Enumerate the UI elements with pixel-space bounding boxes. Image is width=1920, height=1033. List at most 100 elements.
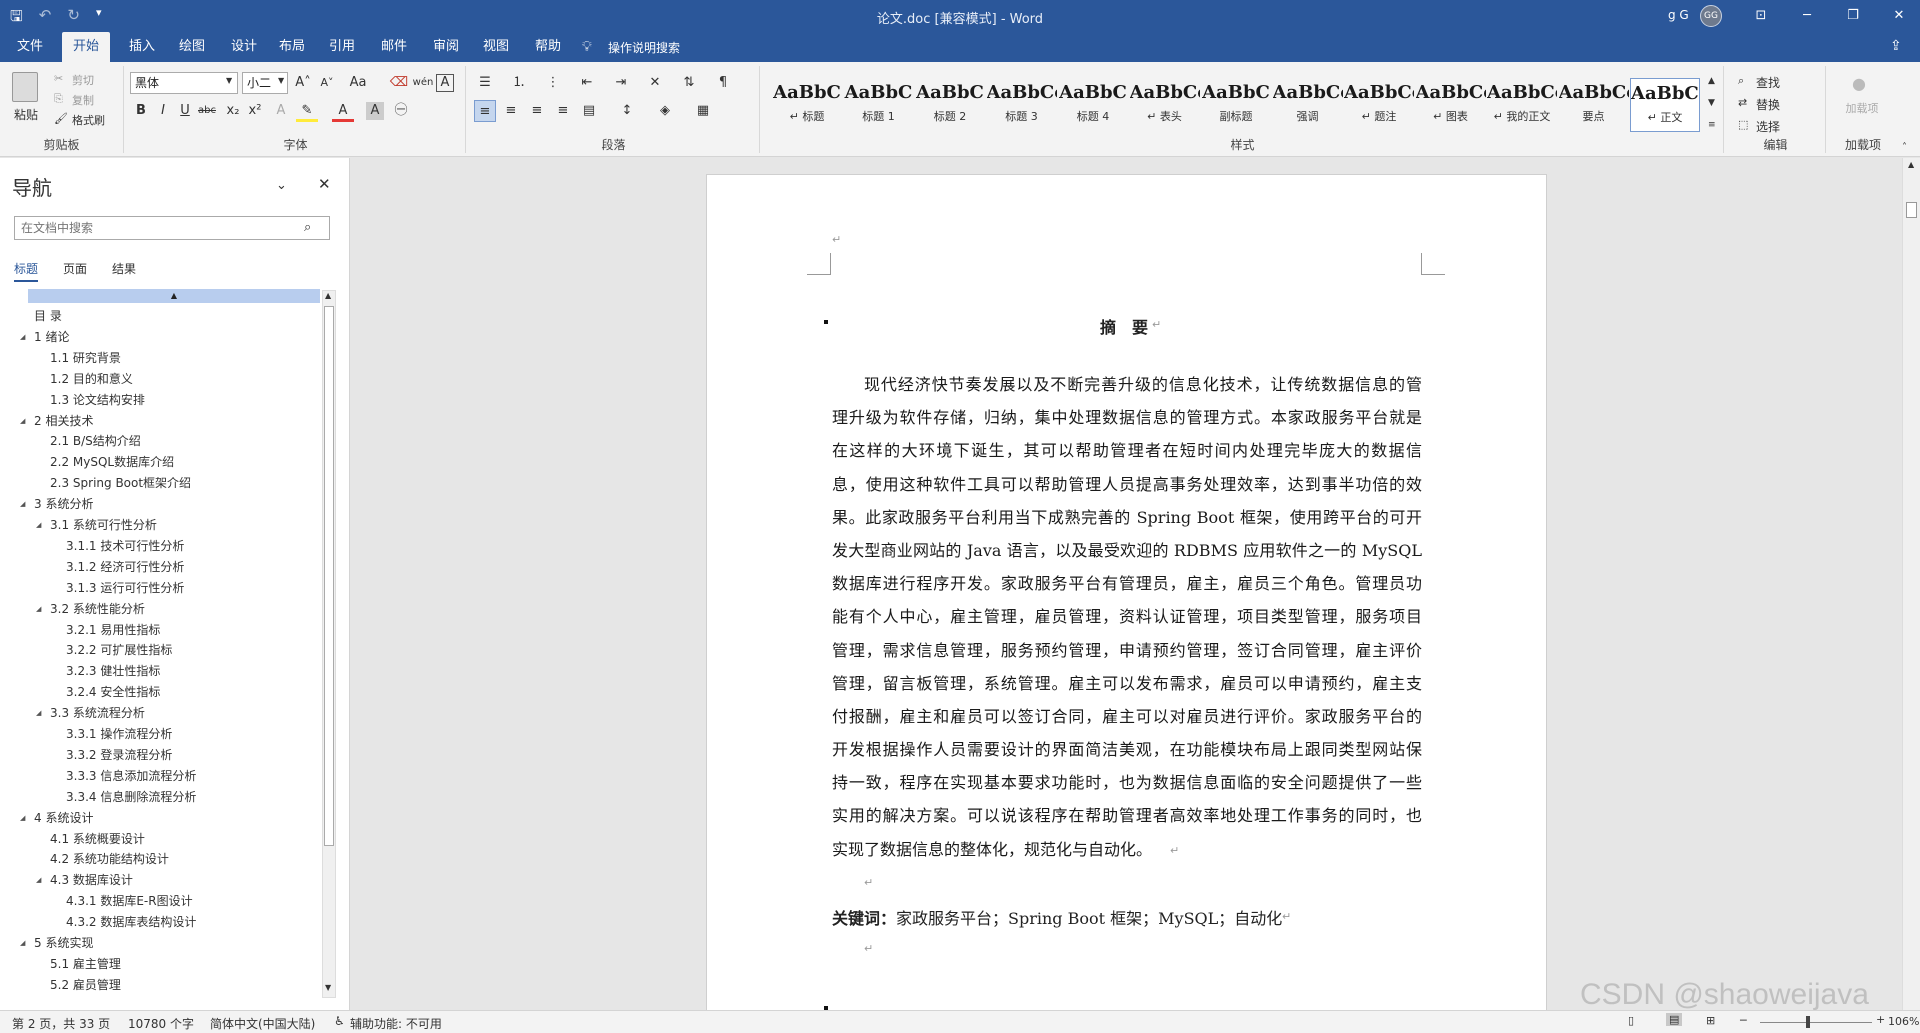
page-count[interactable]: 第 2 页，共 33 页	[12, 1015, 110, 1032]
expand-arrow-icon[interactable]: ◢	[36, 599, 41, 619]
enclose-char-icon[interactable]: ㊀	[390, 100, 412, 122]
bullets-icon[interactable]: ☰	[474, 72, 496, 94]
menu-tab[interactable]: 帮助	[526, 32, 570, 62]
nav-heading-item[interactable]: 3.1.1 技术可行性分析	[0, 536, 320, 556]
nav-heading-item[interactable]: 2.2 MySQL数据库介绍	[0, 452, 320, 472]
share-icon[interactable]: ⇪	[1890, 38, 1902, 54]
nav-tab[interactable]: 结果	[112, 260, 136, 277]
zoom-in-icon[interactable]: +	[1876, 1013, 1885, 1026]
nav-scroll-up-icon[interactable]: ▲	[325, 291, 331, 300]
distribute-icon[interactable]: ▤	[578, 100, 600, 122]
nav-heading-item[interactable]: ◢ 3.2 系统性能分析	[0, 599, 320, 619]
style-item[interactable]: AaBbCcl 标题 3	[987, 78, 1057, 132]
change-case-button[interactable]: Aa	[344, 72, 372, 94]
expand-arrow-icon[interactable]: ◢	[20, 494, 25, 514]
nav-options-icon[interactable]: ⌄	[276, 178, 287, 193]
style-item[interactable]: AaBbC 标题 2	[915, 78, 985, 132]
nav-heading-item[interactable]: 4.1 系统概要设计	[0, 829, 320, 849]
nav-heading-item[interactable]: ◢ 1 绪论	[0, 327, 320, 347]
underline-button[interactable]: U	[174, 100, 196, 122]
menu-tab[interactable]: 布局	[270, 32, 314, 62]
line-spacing-icon[interactable]: ↕	[616, 100, 638, 122]
nav-heading-item[interactable]: 4.2 系统功能结构设计	[0, 849, 320, 869]
nav-heading-item[interactable]: ◢ 4.3 数据库设计	[0, 870, 320, 890]
word-count[interactable]: 10780 个字	[128, 1015, 194, 1032]
ribbon-display-icon[interactable]: ⊡	[1738, 0, 1784, 32]
show-marks-icon[interactable]: ¶	[712, 72, 734, 94]
styles-scroll-down-icon[interactable]: ▼	[1708, 98, 1715, 108]
nav-heading-item[interactable]: 4.3.1 数据库E-R图设计	[0, 891, 320, 911]
zoom-out-icon[interactable]: ─	[1740, 1014, 1747, 1027]
bold-button[interactable]: B	[130, 100, 152, 122]
align-right-icon[interactable]: ≡	[526, 100, 548, 122]
style-item[interactable]: AaBbCcI ↵ 正文	[1630, 78, 1700, 132]
nav-heading-item[interactable]: 5.1 雇主管理	[0, 954, 320, 974]
menu-tab[interactable]: 邮件	[372, 32, 416, 62]
style-item[interactable]: AaBbC 副标题	[1201, 78, 1271, 132]
nav-heading-item[interactable]: ◢ 4 系统设计	[0, 808, 320, 828]
scroll-up-icon[interactable]: ▲	[1908, 160, 1914, 169]
nav-heading-item[interactable]: ◢ 5 系统实现	[0, 933, 320, 953]
find-icon[interactable]: ⌕	[1738, 74, 1744, 88]
chevron-down-icon[interactable]: ▼	[278, 76, 284, 85]
nav-heading-item[interactable]: 3.3.4 信息删除流程分析	[0, 787, 320, 807]
menu-tab[interactable]: 审阅	[424, 32, 468, 62]
style-item[interactable]: AaBbCcDc ↵ 图表	[1416, 78, 1486, 132]
nav-heading-item[interactable]: ◢ 3 系统分析	[0, 494, 320, 514]
read-mode-icon[interactable]: ▯	[1628, 1014, 1634, 1027]
char-shading-icon[interactable]: A	[366, 102, 384, 120]
menu-tab[interactable]: 设计	[222, 32, 266, 62]
zoom-slider-thumb[interactable]	[1806, 1016, 1810, 1028]
nav-heading-item[interactable]: ◢ 3.1 系统可行性分析	[0, 515, 320, 535]
increase-indent-icon[interactable]: ⇥	[610, 72, 632, 94]
nav-heading-item[interactable]: 3.2.1 易用性指标	[0, 620, 320, 640]
cut-icon[interactable]: ✂	[54, 72, 63, 85]
decrease-indent-icon[interactable]: ⇤	[576, 72, 598, 94]
nav-heading-item[interactable]: 3.3.2 登录流程分析	[0, 745, 320, 765]
style-item[interactable]: AaBbCcDd ↵ 题注	[1344, 78, 1414, 132]
nav-heading-item[interactable]: 3.1.3 运行可行性分析	[0, 578, 320, 598]
style-item[interactable]: AaBbCcl 要点	[1559, 78, 1629, 132]
expand-arrow-icon[interactable]: ◢	[36, 515, 41, 535]
justify-icon[interactable]: ≡	[552, 100, 574, 122]
restore-icon[interactable]: ❐	[1830, 0, 1876, 32]
nav-heading-item[interactable]: 1.2 目的和意义	[0, 369, 320, 389]
paste-icon[interactable]	[12, 72, 38, 102]
nav-close-icon[interactable]: ✕	[318, 175, 331, 193]
highlight-icon[interactable]: ✎	[296, 100, 318, 122]
nav-heading-item[interactable]: 2.1 B/S结构介绍	[0, 431, 320, 451]
strikethrough-button[interactable]: abc	[196, 100, 218, 122]
phonetic-guide-button[interactable]: wén	[412, 72, 434, 94]
chevron-down-icon[interactable]: ▼	[226, 76, 232, 85]
cut-button[interactable]: 剪切	[72, 72, 94, 88]
nav-heading-item[interactable]: 1.1 研究背景	[0, 348, 320, 368]
multilevel-list-icon[interactable]: ⋮	[542, 72, 564, 94]
nav-scroll-down-icon[interactable]: ▼	[325, 983, 331, 992]
language-indicator[interactable]: 简体中文(中国大陆)	[210, 1015, 315, 1032]
avatar[interactable]: GG	[1700, 5, 1722, 27]
nav-heading-item[interactable]: 5.2 雇员管理	[0, 975, 320, 995]
collapse-ribbon-icon[interactable]: ˄	[1902, 142, 1907, 153]
nav-tab[interactable]: 页面	[63, 260, 87, 277]
expand-arrow-icon[interactable]: ◢	[20, 808, 25, 828]
copy-icon[interactable]: ⎘	[54, 92, 63, 106]
style-item[interactable]: AaBbCcDc ↵ 表头	[1130, 78, 1200, 132]
char-border-icon[interactable]: A	[436, 74, 454, 92]
zoom-slider[interactable]	[1760, 1022, 1872, 1023]
replace-icon[interactable]: ⇄	[1738, 96, 1747, 109]
menu-tab[interactable]: 文件	[8, 32, 52, 62]
expand-arrow-icon[interactable]: ◢	[20, 327, 25, 347]
style-item[interactable]: AaBbC 标题 4	[1058, 78, 1128, 132]
align-center-icon[interactable]: ≡	[500, 100, 522, 122]
shrink-font-icon[interactable]: A˅	[316, 72, 338, 94]
menu-tab[interactable]: 引用	[320, 32, 364, 62]
nav-heading-item[interactable]: 3.3.1 操作流程分析	[0, 724, 320, 744]
menu-tab[interactable]: 视图	[474, 32, 518, 62]
styles-scroll-up-icon[interactable]: ▲	[1708, 76, 1715, 86]
borders-icon[interactable]: ▦	[692, 100, 714, 122]
nav-heading-item[interactable]: 3.2.2 可扩展性指标	[0, 640, 320, 660]
style-item[interactable]: AaBbC ↵ 标题	[772, 78, 842, 132]
nav-heading-item[interactable]: 3.1.2 经济可行性分析	[0, 557, 320, 577]
tell-me-search[interactable]: 操作说明搜索	[608, 39, 680, 56]
chinese-layout-icon[interactable]: ✕	[644, 72, 666, 94]
